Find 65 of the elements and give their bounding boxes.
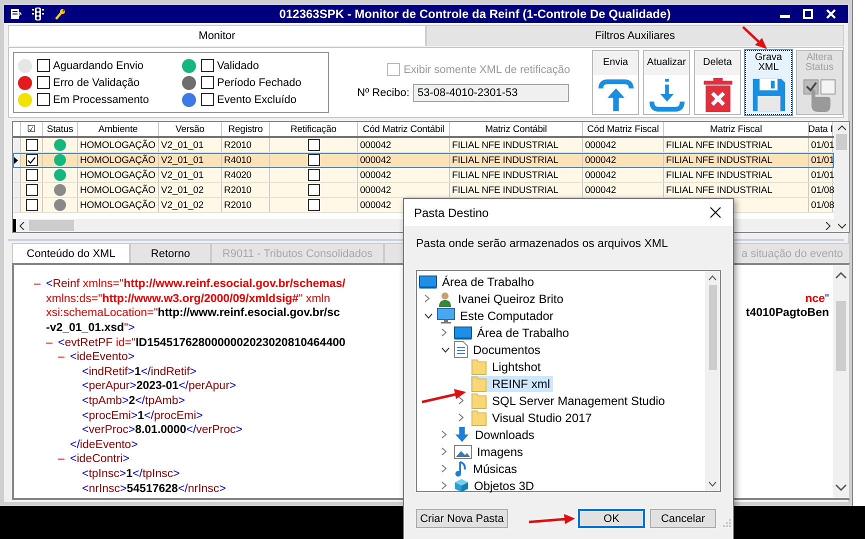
dialog-message: Pasta onde serão armazenados os arquivos XML	[416, 238, 669, 250]
table-cell: FILIAL NFE INDUSTRIAL	[666, 170, 772, 180]
table-cell: 000042	[360, 154, 392, 166]
table-cell: V2_01_01	[161, 154, 204, 166]
table-cell: 000042	[585, 140, 616, 150]
table-cell: 000042	[360, 184, 392, 196]
xml-text: <verProc>8.01.0000</verProc>	[82, 424, 242, 436]
legend-label: Em Processamento	[53, 94, 149, 106]
legend-label: Evento Excluído	[217, 94, 296, 106]
xml-text: <tpAmb>2</tpAmb>	[82, 395, 185, 408]
table-cell: 01/08	[811, 200, 834, 210]
xml-text: xmlns:ds="http://www.w3.org/2000/09/xmldsig#" xmln	[46, 292, 330, 305]
table-cell: HOMOLOGAÇÃO	[80, 140, 156, 150]
xml-text: <indRetif>1</indRetif>	[82, 366, 196, 378]
table-cell: 000042	[360, 200, 392, 210]
field-label: Nº Recibo:	[357, 87, 410, 99]
checkbox-label: Exibir somente XML de retificação	[404, 64, 570, 76]
legend-label: Validado	[217, 60, 259, 72]
table-cell: 000042	[360, 170, 392, 180]
xml-text: <ideContri>	[70, 453, 130, 466]
xml-text: xsi:schemaLocation="http://www.reinf.esocial.gov.br/sc	[46, 307, 340, 320]
table-cell: FILIAL NFE INDUSTRIAL	[452, 140, 558, 150]
table-cell: FILIAL NFE INDUSTRIAL	[452, 154, 558, 166]
table-cell: HOMOLOGAÇÃO	[80, 170, 156, 180]
table-cell: FILIAL NFE INDUSTRIAL	[666, 184, 772, 196]
table-cell: FILIAL NFE INDUSTRIAL	[452, 170, 558, 180]
xml-text: <nrInsc>54517628</nrInsc>	[82, 482, 226, 495]
dialog-title: Pasta Destino	[414, 206, 489, 220]
table-cell: 01/01	[811, 140, 834, 150]
table-cell: V2_01_01	[161, 170, 204, 180]
table-cell: FILIAL NFE INDUSTRIAL	[452, 184, 558, 196]
table-cell: 000042	[585, 184, 616, 196]
table-cell: FILIAL NFE INDUSTRIAL	[666, 154, 772, 166]
table-cell: 000042	[585, 154, 616, 166]
table-cell: R4010	[224, 154, 252, 166]
window-title: 012363SPK - Monitor de Controle da Reinf (1-Controle De Qualidade)	[278, 7, 672, 21]
table-cell: FILIAL NFE INDUSTRIAL	[666, 140, 772, 150]
table-cell: HOMOLOGAÇÃO	[80, 184, 156, 196]
table-cell: R2010	[224, 184, 252, 196]
xml-text: <perApur>2023-01</perApur>	[82, 380, 236, 392]
table-cell: HOMOLOGAÇÃO	[80, 200, 156, 210]
xml-text: -v2_01_01.xsd">	[46, 322, 135, 334]
table-cell: V2_01_02	[161, 184, 204, 196]
table-cell: R2010	[224, 140, 252, 150]
legend-label: Aguardando Envio	[53, 60, 144, 72]
table-cell: HOMOLOGAÇÃO	[80, 154, 156, 166]
table-cell: 01/01	[811, 154, 834, 166]
table-cell: 01/01	[811, 170, 834, 180]
table-cell: 000042	[585, 170, 616, 180]
table-cell: 01/08	[811, 184, 834, 196]
xml-text: </ideEvento>	[70, 438, 138, 451]
xml-text: <tpInsc>1</tpInsc>	[82, 468, 180, 480]
table-cell: R4020	[224, 170, 252, 180]
xml-text: <Reinf xmlns="http://www.reinf.esocial.gov.br/schemas/	[46, 278, 346, 290]
legend-label: Período Fechado	[217, 76, 302, 88]
table-cell: V2_01_02	[161, 200, 204, 210]
xml-text: <evtRetPF id="ID1545176280000002023020810464400	[58, 336, 346, 349]
table-cell: R2010	[224, 200, 252, 210]
table-cell: V2_01_01	[161, 140, 204, 150]
xml-text: t4010PagtoBen	[746, 307, 829, 320]
legend-label: Erro de Validação	[53, 76, 140, 88]
xml-text: <procEmi>1</procEmi>	[82, 410, 203, 422]
table-cell: 000042	[360, 140, 392, 150]
xml-text: nce"	[805, 292, 829, 305]
xml-text: <ideEvento>	[70, 351, 135, 364]
